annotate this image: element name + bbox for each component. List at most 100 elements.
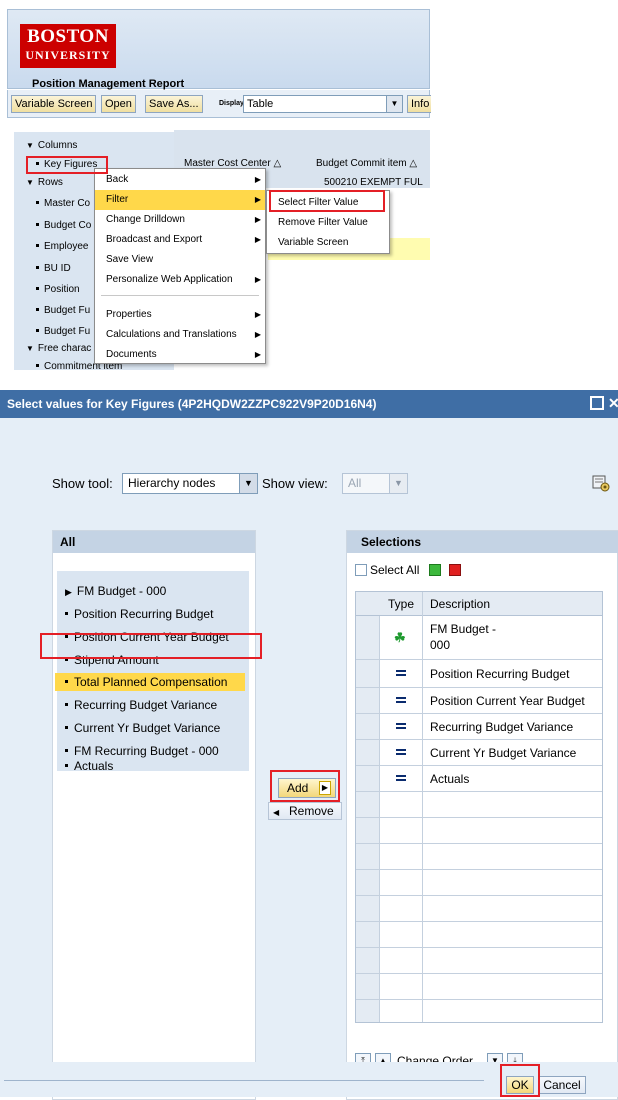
footer-divider [4, 1080, 484, 1081]
chevron-down-icon[interactable]: ▼ [389, 474, 407, 493]
table-row[interactable]: Position Current Year Budget [356, 688, 602, 714]
bullet-icon [65, 679, 68, 683]
nav-row-item[interactable]: BU ID [36, 263, 71, 274]
chevron-down-icon[interactable]: ▼ [239, 474, 257, 493]
display-as-value: Table [247, 98, 274, 110]
table-row[interactable]: Recurring Budget Variance [356, 714, 602, 740]
bullet-icon [36, 222, 39, 226]
list-item[interactable]: Recurring Budget Variance [65, 698, 217, 712]
arrow-left-icon: ◀ [273, 808, 280, 817]
menu-item-variable-screen[interactable]: Variable Screen [267, 233, 389, 253]
list-item[interactable]: Current Yr Budget Variance [65, 721, 220, 735]
variable-screen-button[interactable]: Variable Screen [11, 95, 97, 113]
bullet-icon [36, 200, 39, 204]
checkbox-icon[interactable] [355, 564, 367, 576]
exclude-filter-icon[interactable] [449, 564, 461, 576]
nav-columns[interactable]: ▼ Columns [26, 140, 77, 151]
show-view-select[interactable]: All ▼ [342, 473, 408, 494]
hierarchy-node-icon: ☘ [394, 630, 406, 645]
table-row[interactable]: Current Yr Budget Variance [356, 740, 602, 766]
remove-button[interactable]: ◀ Remove [268, 802, 342, 820]
key-figure-icon [396, 723, 406, 729]
all-header: All [53, 531, 255, 553]
cancel-button[interactable]: Cancel [538, 1076, 586, 1094]
report-screenshot: BOSTON UNIVERSITY Position Management Re… [0, 0, 431, 372]
menu-item-personalize[interactable]: Personalize Web Application ▶ [95, 270, 265, 290]
menu-item-remove-filter-value[interactable]: Remove Filter Value [267, 213, 389, 233]
list-item[interactable]: FM Recurring Budget - 000 [65, 744, 219, 758]
bullet-icon [36, 328, 39, 332]
expand-icon[interactable]: ▶ [65, 587, 72, 597]
dialog-footer: OK Cancel [0, 1062, 618, 1097]
all-values-list: ▶ FM Budget - 000 Position Recurring Budg… [55, 571, 249, 771]
column-header-budget-commit-item[interactable]: Budget Commit item △ [316, 158, 417, 169]
report-title: Position Management Report [32, 78, 185, 90]
callout-add-button [270, 770, 340, 802]
context-menu: Back ▶ Filter ▶ Change Drilldown ▶ Broadcas… [94, 168, 266, 364]
nav-row-item[interactable]: Employee [36, 241, 88, 252]
table-row-empty [356, 870, 602, 896]
key-figure-icon [396, 697, 406, 703]
menu-item-properties[interactable]: Properties ▶ [95, 305, 265, 325]
list-item[interactable]: Position Recurring Budget [65, 607, 213, 621]
select-all-checkbox[interactable]: Select All [355, 563, 419, 577]
table-row[interactable]: ☘ FM Budget - 000 [356, 616, 602, 660]
maximize-icon[interactable] [590, 396, 604, 410]
nav-row-item[interactable]: Budget Fu [36, 326, 90, 337]
expand-icon: ▼ [26, 178, 34, 187]
bullet-icon [65, 763, 68, 767]
key-figure-icon [396, 670, 406, 676]
dialog-title: Select values for Key Figures (4P2HQDW2Z… [7, 397, 377, 411]
table-row[interactable]: Actuals [356, 766, 602, 792]
selections-header: Selections [347, 531, 618, 553]
save-as-button[interactable]: Save As... [145, 95, 203, 113]
list-item-fm-budget[interactable]: ▶ FM Budget - 000 [65, 584, 166, 598]
submenu-arrow-icon: ▶ [254, 235, 261, 244]
bullet-icon [65, 702, 68, 706]
nav-row-item[interactable]: Master Co [36, 198, 90, 209]
display-as-select[interactable]: Table ▼ [243, 95, 403, 113]
show-tool-label: Show tool: [52, 476, 113, 491]
table-row[interactable]: Position Recurring Budget [356, 660, 602, 688]
open-button[interactable]: Open [101, 95, 136, 113]
callout-key-figures [26, 156, 108, 174]
menu-item-documents[interactable]: Documents ▶ [95, 345, 265, 365]
menu-item-broadcast-export[interactable]: Broadcast and Export ▶ [95, 230, 265, 250]
callout-total-planned-compensation [40, 633, 262, 659]
sort-icon: △ [273, 158, 282, 169]
show-tool-select[interactable]: Hierarchy nodes ▼ [122, 473, 258, 494]
list-item[interactable]: Actuals [65, 759, 113, 773]
table-row-empty [356, 974, 602, 1000]
settings-icon[interactable] [592, 474, 610, 492]
remove-label: Remove [289, 804, 334, 818]
grid-cell: 500210 EXEMPT FUL [324, 177, 423, 188]
nav-row-item[interactable]: Position [36, 284, 80, 295]
bullet-icon [36, 265, 39, 269]
menu-item-back[interactable]: Back ▶ [95, 170, 265, 190]
nav-free-characteristics[interactable]: ▼ Free charac [26, 343, 91, 354]
menu-item-save-view[interactable]: Save View [95, 250, 265, 270]
submenu-arrow-icon: ▶ [254, 195, 261, 204]
include-filter-icon[interactable] [429, 564, 441, 576]
nav-row-item[interactable]: Budget Fu [36, 305, 90, 316]
callout-ok-button [500, 1064, 540, 1097]
nav-row-item[interactable]: Budget Co [36, 220, 91, 231]
selections-panel: Selections Select All Type Description ☘… [346, 530, 618, 1100]
report-header: BOSTON UNIVERSITY Position Management Re… [7, 9, 430, 90]
chevron-down-icon[interactable]: ▼ [386, 96, 402, 112]
bullet-icon [65, 748, 68, 752]
menu-item-change-drilldown[interactable]: Change Drilldown ▶ [95, 210, 265, 230]
submenu-arrow-icon: ▶ [254, 350, 261, 359]
info-button[interactable]: Info [407, 95, 431, 113]
show-tool-value: Hierarchy nodes [128, 476, 216, 490]
select-values-dialog: Select values for Key Figures (4P2HQDW2Z… [0, 390, 618, 1100]
expand-icon: ▼ [26, 141, 34, 150]
menu-item-filter[interactable]: Filter ▶ [95, 190, 265, 210]
nav-rows[interactable]: ▼ Rows [26, 177, 63, 188]
dialog-body: Show tool: Hierarchy nodes ▼ Show view: … [0, 418, 618, 1100]
column-header-description: Description [430, 597, 491, 611]
menu-item-calculations[interactable]: Calculations and Translations ▶ [95, 325, 265, 345]
list-item-total-planned-compensation[interactable]: Total Planned Compensation [55, 673, 245, 691]
close-icon[interactable]: ✕ [608, 392, 618, 414]
table-row-empty [356, 922, 602, 948]
